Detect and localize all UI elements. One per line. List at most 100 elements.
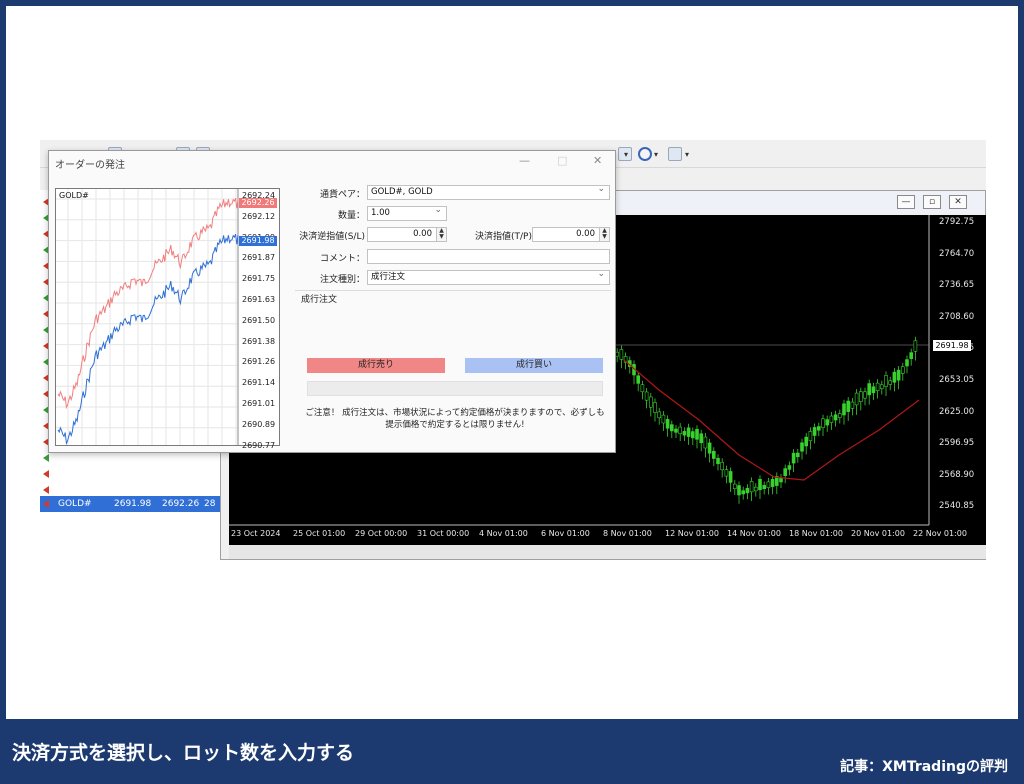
candle (842, 403, 846, 416)
close-icon[interactable]: ✕ (949, 195, 967, 209)
order-type-select[interactable]: 成行注文 (367, 268, 610, 285)
candle (821, 418, 825, 428)
market-watch-bid: 2691.98 (114, 499, 152, 509)
market-watch-selected-row[interactable]: GOLD# 2691.98 2692.26 28 (40, 496, 222, 512)
minimize-icon[interactable]: — (519, 154, 530, 167)
time-axis-tick: 25 Oct 01:00 (293, 529, 346, 538)
time-axis-tick: 18 Nov 01:00 (789, 529, 843, 538)
market-watch-ask: 2692.26 (162, 499, 200, 509)
candle (732, 483, 737, 489)
candle (703, 436, 708, 449)
tick-chart-price-tick: 2690.89 (242, 419, 276, 429)
chevron-down-icon[interactable]: ▾ (654, 150, 658, 159)
time-axis-tick: 4 Nov 01:00 (479, 529, 528, 538)
price-axis-tick: 2653.05 (939, 375, 975, 385)
candle (825, 419, 830, 426)
restore-icon[interactable]: ▫ (923, 195, 941, 209)
candle (905, 359, 909, 367)
toolbar-clock-icon[interactable] (638, 147, 652, 161)
bid-line (57, 234, 239, 446)
candle (648, 396, 653, 408)
candle (829, 415, 834, 423)
candle (661, 414, 666, 424)
candle (674, 428, 678, 433)
take-profit-label: 決済指値(T/P) (475, 232, 532, 242)
tick-chart-price-tick: 2691.63 (242, 295, 276, 304)
price-axis-tick: 2708.60 (939, 311, 975, 322)
comment-label: コメント： (319, 254, 365, 264)
candle (854, 392, 859, 406)
candle (850, 401, 855, 409)
take-profit-input[interactable]: 0.00 ▲ ▼ (532, 227, 610, 242)
time-axis-tick: 29 Oct 00:00 (355, 529, 408, 538)
market-buy-button[interactable]: 成行買い (465, 358, 603, 373)
candle (884, 375, 888, 387)
candle (871, 386, 876, 394)
take-profit-value: 0.00 (576, 229, 595, 239)
candle (749, 481, 754, 493)
tick-chart-symbol: GOLD# (59, 191, 89, 200)
candle (846, 400, 851, 412)
candle (724, 469, 729, 477)
chart-scrollbar[interactable] (229, 545, 986, 559)
candle (640, 384, 645, 393)
price-axis-tick: 2625.00 (939, 406, 975, 417)
maximize-icon: □ (557, 154, 568, 167)
time-axis-tick: 22 Nov 01:00 (913, 529, 967, 538)
candle (837, 413, 842, 418)
market-watch-spread: 28 (204, 499, 216, 509)
candle (863, 391, 867, 399)
toolbar-templates-icon[interactable] (668, 147, 682, 161)
current-price-tag: 2691.98 (933, 340, 971, 351)
market-watch-row[interactable] (40, 466, 222, 481)
tick-chart-price-tick: 2691.14 (242, 378, 276, 388)
close-icon[interactable]: ✕ (593, 154, 602, 167)
candle (699, 433, 704, 444)
tick-chart: GOLD# 2692.242692.122691.992691.872691.7… (55, 188, 280, 450)
candle (867, 383, 872, 396)
price-axis-tick: 2568.90 (939, 469, 975, 480)
time-axis-tick: 14 Nov 01:00 (727, 529, 781, 538)
market-sell-button[interactable]: 成行売り (307, 358, 445, 373)
candle (728, 471, 733, 483)
stop-loss-input[interactable]: 0.00 ▲ ▼ (367, 227, 447, 242)
candle (833, 414, 838, 421)
candle (762, 485, 767, 489)
notice-text: ご注意！ 成行注文は、市場状況によって約定価格が決まりますので、必ずしも 提示価… (305, 407, 605, 431)
minimize-icon[interactable]: — (897, 195, 915, 209)
candle (753, 486, 758, 492)
bid-price-tag: 2691.98 (239, 236, 277, 246)
section-label: 成行注文 (301, 295, 338, 305)
symbol-select[interactable]: GOLD#, GOLD (367, 183, 610, 200)
market-watch-row[interactable] (40, 482, 222, 497)
notice-line-1: ご注意！ 成行注文は、市場状況によって約定価格が決まりますので、必ずしも (305, 408, 605, 418)
time-axis-tick: 23 Oct 2024 (231, 529, 281, 538)
candle (720, 461, 725, 471)
order-type-label: 注文種別： (319, 275, 365, 285)
candle (896, 369, 901, 381)
price-arrow-icon (43, 486, 49, 494)
stop-loss-label: 決済逆指値(S/L) (299, 232, 365, 242)
order-dialog: オーダーの発注 — □ ✕ GOLD# 2692.242692.122691.9… (48, 150, 616, 453)
comment-input[interactable] (367, 249, 610, 264)
down-arrow-icon (43, 500, 49, 508)
tick-chart-price-tick: 2691.26 (242, 357, 276, 367)
dialog-title: オーダーの発注 (55, 160, 125, 171)
candle (888, 380, 893, 385)
take-profit-stepper[interactable]: ▲ ▼ (599, 228, 609, 241)
ask-price-tag: 2692.26 (239, 198, 277, 208)
mt4-screenshot: ▾ ▾ ▾ GOLD# 2691.98 2692.26 28 — ▫ ✕ 279… (40, 140, 986, 560)
stop-loss-stepper[interactable]: ▲ ▼ (436, 228, 446, 241)
candle (800, 442, 804, 452)
volume-label: 数量： (337, 211, 365, 221)
chevron-down-icon[interactable]: ▾ (624, 150, 628, 159)
candle (787, 465, 792, 470)
candle (791, 452, 796, 464)
chevron-down-icon[interactable]: ▾ (685, 150, 689, 159)
price-axis-tick: 2764.70 (939, 248, 975, 259)
symbol-label: 通貨ペア： (319, 190, 365, 200)
candle (690, 431, 695, 439)
candle (745, 487, 750, 494)
candle (875, 382, 880, 391)
volume-select[interactable]: 1.00 (367, 204, 447, 221)
